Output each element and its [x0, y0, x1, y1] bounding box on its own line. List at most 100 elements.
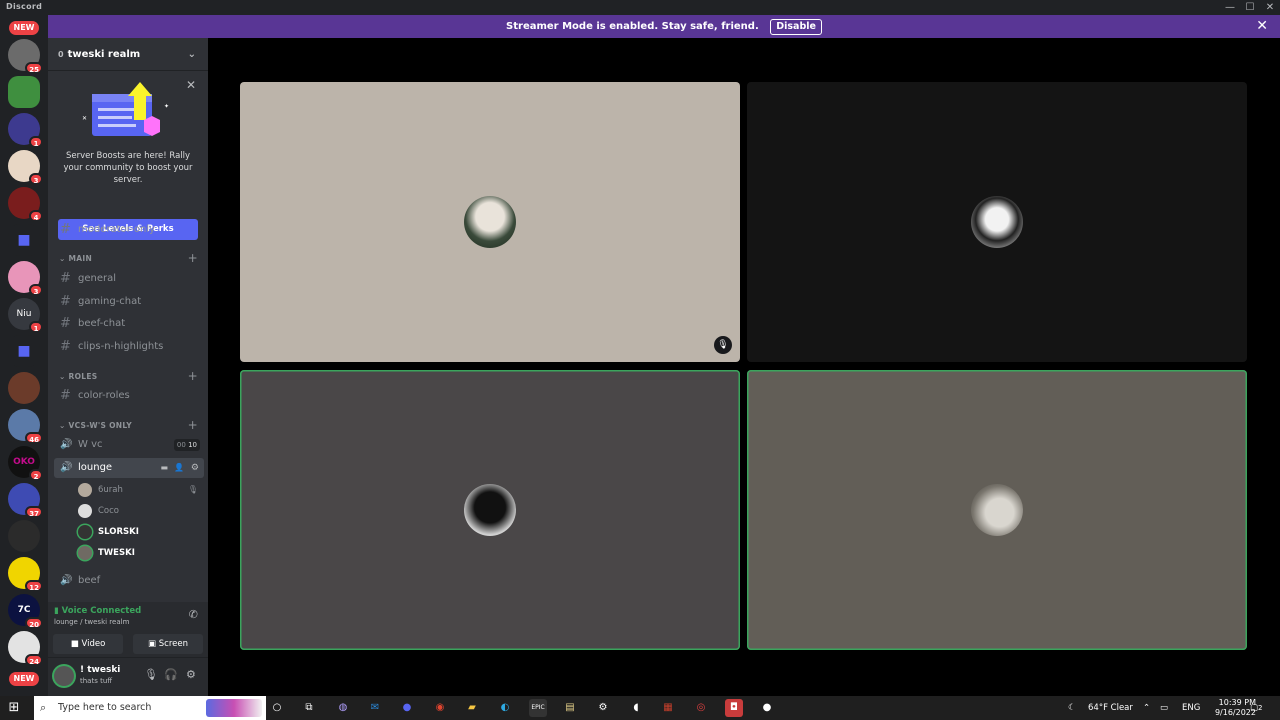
app-icon[interactable]: ◖ [627, 699, 645, 717]
video-icon: ■ [70, 639, 79, 649]
notepad-icon[interactable]: ▤ [561, 699, 579, 717]
server-icon[interactable]: Niu 1 [8, 298, 43, 333]
server-header[interactable]: 0 tweski realm ⌄ [48, 38, 208, 71]
chevron-down-icon: ⌄ [187, 49, 196, 60]
plus-icon[interactable]: + [188, 251, 198, 265]
server-icon[interactable]: 12 [8, 557, 43, 592]
folder-icon[interactable]: ■ [8, 335, 40, 367]
voice-channel-w-vc[interactable]: 🔊 W vc 00 10 [54, 435, 204, 455]
channel-sidebar: 0 tweski realm ⌄ ✕ ✕ ✦ Server Boosts are … [48, 38, 208, 696]
voice-stage: 🎙 [208, 38, 1280, 696]
server-icon[interactable]: 1 [8, 113, 43, 148]
category-vcs[interactable]: ⌄ VCS-W'S ONLY + [52, 418, 204, 433]
server-icon[interactable]: OKO 2 [8, 446, 43, 481]
close-icon[interactable]: ✕ [186, 78, 196, 92]
weather-icon[interactable]: ☾ [1068, 696, 1076, 720]
server-icon[interactable]: 7C 20 [8, 594, 43, 629]
file-explorer-icon[interactable]: ▰ [463, 699, 481, 717]
channel-color-roles[interactable]: # color-roles [54, 386, 204, 406]
server-icon[interactable]: 3 [8, 150, 43, 185]
chevron-up-icon[interactable]: ⌃ [1143, 696, 1150, 720]
channel-general[interactable]: # general [54, 269, 204, 289]
disconnect-icon[interactable]: ✆ [189, 608, 198, 621]
avatar[interactable] [54, 666, 74, 686]
voice-status: ▮ Voice Connected [54, 606, 142, 616]
chat-icon[interactable]: ▬ [160, 458, 168, 478]
discord-app: Discord — ☐ ✕ Streamer Mode is enabled. … [0, 0, 1280, 696]
mail-icon[interactable]: ✉ [366, 699, 384, 717]
close-icon[interactable]: ✕ [1256, 15, 1268, 38]
cortana-icon[interactable]: ○ [268, 699, 286, 717]
video-tile[interactable] [240, 370, 740, 650]
server-icon[interactable]: 25 [8, 39, 43, 74]
server-icon[interactable]: 4 [8, 187, 43, 222]
language-indicator[interactable]: ENG [1182, 696, 1200, 720]
category-roles[interactable]: ⌄ ROLES + [52, 369, 204, 384]
minimize-button[interactable]: — [1220, 0, 1240, 15]
windows-start-icon[interactable]: ⊞ [6, 700, 22, 716]
new-badge: NEW [9, 21, 39, 35]
muted-icon: 🎙 [187, 485, 198, 494]
discord-icon[interactable]: ● [398, 699, 416, 717]
voice-channel-beef[interactable]: 🔊 beef [54, 571, 204, 591]
channel-moderator-only[interactable]: # moderator-only [54, 220, 204, 240]
hash-icon: # [60, 339, 71, 354]
disable-streamer-mode-button[interactable]: Disable [770, 19, 822, 35]
streamer-mode-banner: Streamer Mode is enabled. Stay safe, fri… [48, 15, 1280, 38]
app-icon[interactable]: ◍ [334, 699, 352, 717]
task-view-icon[interactable]: ⧉ [300, 699, 318, 717]
avatar [464, 196, 516, 248]
settings-icon[interactable]: ⚙ [594, 699, 612, 717]
close-window-button[interactable]: ✕ [1260, 0, 1280, 15]
channel-gaming-chat[interactable]: # gaming-chat [54, 292, 204, 312]
edge-icon[interactable]: ◐ [496, 699, 514, 717]
server-icon[interactable]: 46 [8, 409, 43, 444]
voice-location[interactable]: lounge / tweski realm [54, 618, 129, 626]
weather-text[interactable]: 64°F Clear [1088, 696, 1133, 720]
notification-icon[interactable]: ▢2 [1250, 696, 1263, 720]
video-tile[interactable] [747, 370, 1247, 650]
video-tile[interactable] [747, 82, 1247, 362]
network-icon[interactable]: ▭ [1160, 696, 1168, 720]
avatar [971, 196, 1023, 248]
video-tile[interactable]: 🎙 [240, 82, 740, 362]
server-icon[interactable] [8, 520, 40, 552]
voice-connected-panel: ▮ Voice Connected lounge / tweski realm … [48, 602, 208, 658]
avatar [971, 484, 1023, 536]
hash-icon: # [60, 222, 71, 237]
category-main[interactable]: ⌄ MAIN + [52, 251, 204, 266]
voice-member[interactable]: Coco [78, 501, 198, 521]
headphones-icon[interactable]: 🎧 [164, 668, 178, 681]
video-button[interactable]: ■ Video [53, 634, 123, 654]
server-icon[interactable]: 3 [8, 261, 43, 296]
gear-icon[interactable]: ⚙ [186, 668, 196, 681]
add-member-icon[interactable]: 👤 [174, 458, 184, 478]
server-icon[interactable] [8, 372, 40, 404]
channel-beef-chat[interactable]: # beef-chat [54, 314, 204, 334]
microphone-icon[interactable]: 🎙 [144, 668, 158, 681]
banner-message: Streamer Mode is enabled. Stay safe, fri… [506, 21, 759, 32]
server-icon[interactable]: 24 [8, 631, 43, 666]
voice-member[interactable]: 6urah 🎙 [78, 480, 198, 500]
search-highlight-icon [206, 699, 262, 717]
screen-share-button[interactable]: ▣ Screen [133, 634, 203, 654]
maximize-button[interactable]: ☐ [1240, 0, 1260, 15]
app-icon[interactable]: ▦ [659, 699, 677, 717]
gear-icon[interactable]: ⚙ [191, 458, 199, 478]
chrome-icon[interactable]: ◉ [431, 699, 449, 717]
app-icon[interactable]: ◎ [692, 699, 710, 717]
voice-member[interactable]: TWESKI [78, 543, 198, 563]
plus-icon[interactable]: + [188, 369, 198, 383]
plus-icon[interactable]: + [188, 418, 198, 432]
voice-member[interactable]: SLORSKI [78, 522, 198, 542]
hash-icon: # [60, 316, 71, 331]
app-icon[interactable]: ● [758, 699, 776, 717]
server-icon[interactable] [8, 76, 40, 108]
app-icon[interactable]: ◘ [725, 699, 743, 717]
folder-icon[interactable]: ■ [8, 224, 40, 256]
voice-channel-lounge[interactable]: 🔊 lounge ▬ 👤 ⚙ [54, 458, 204, 478]
epic-games-icon[interactable]: EPIC [529, 699, 547, 717]
server-icon[interactable]: 37 [8, 483, 43, 518]
server-icon-prefix: 0 [58, 50, 64, 59]
channel-clips-n-highlights[interactable]: # clips-n-highlights [54, 337, 204, 357]
